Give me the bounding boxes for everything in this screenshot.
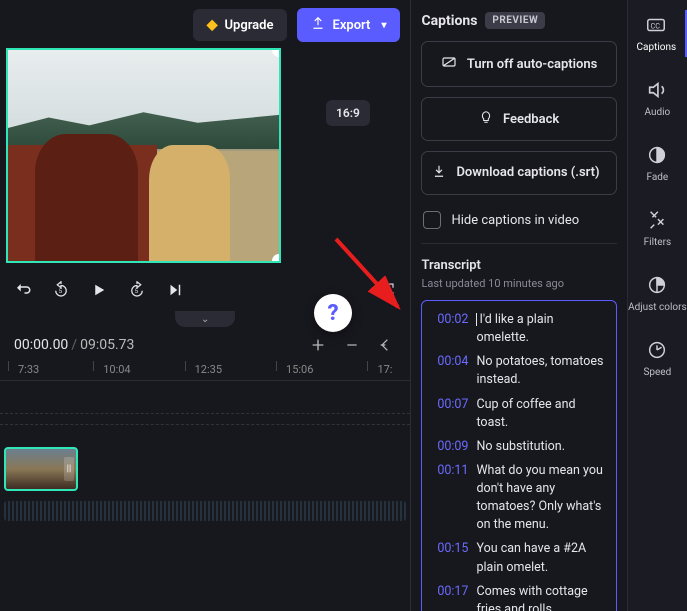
filters-icon	[646, 209, 668, 231]
transcript-timestamp[interactable]: 00:15	[430, 540, 468, 576]
transcript-text[interactable]: No potatoes, tomatoes instead.	[476, 353, 607, 389]
undo-button[interactable]	[10, 277, 36, 303]
download-icon	[432, 164, 446, 182]
transcript-timestamp[interactable]: 00:17	[430, 583, 468, 611]
transcript-timestamp[interactable]: 00:09	[430, 438, 468, 456]
export-label: Export	[332, 18, 370, 33]
play-button[interactable]	[86, 277, 112, 303]
video-preview[interactable]	[6, 48, 281, 263]
aspect-ratio-badge[interactable]: 16:9	[326, 100, 370, 126]
rail-speed[interactable]: Speed	[628, 335, 687, 382]
rail-label: Speed	[643, 367, 671, 378]
rail-fade[interactable]: Fade	[628, 140, 687, 187]
transcript-line[interactable]: 00:15You can have a #2A plain omelet.	[430, 540, 607, 576]
rail-label: Fade	[646, 172, 668, 183]
transcript-timestamp[interactable]: 00:02	[430, 311, 468, 347]
svg-text:5: 5	[59, 288, 63, 295]
right-toolbar: CC Captions Audio Fade Filters Adjust colors S…	[627, 0, 687, 611]
time-ruler[interactable]: 7:3310:0412:3515:0617:	[0, 355, 410, 381]
captions-panel: Captions PREVIEW Turn off auto-captions …	[410, 0, 626, 611]
checkbox-icon	[423, 211, 441, 229]
svg-text:CC: CC	[651, 22, 661, 31]
transcript-text[interactable]: You can have a #2A plain omelet.	[476, 540, 607, 576]
timeline[interactable]: ||	[0, 381, 410, 521]
video-clip[interactable]: ||	[4, 447, 78, 491]
upgrade-button[interactable]: ◆ Upgrade	[193, 9, 288, 41]
download-captions-button[interactable]: Download captions (.srt)	[421, 151, 616, 195]
rail-captions[interactable]: CC Captions	[628, 10, 687, 57]
export-button[interactable]: Export ▾	[297, 8, 400, 42]
preview-badge: PREVIEW	[485, 12, 545, 29]
collapse-handle[interactable]: ⌄	[175, 311, 235, 327]
zoom-out-button[interactable]	[342, 335, 362, 355]
upgrade-label: Upgrade	[224, 18, 273, 33]
skip-back-5-button[interactable]: 5	[48, 277, 74, 303]
fade-icon	[646, 144, 668, 166]
fullscreen-button[interactable]	[374, 277, 400, 303]
rail-filters[interactable]: Filters	[628, 205, 687, 252]
lightbulb-icon	[479, 110, 493, 128]
resize-handle[interactable]	[272, 254, 281, 263]
time-display: 00:00.00/09:05.73	[14, 337, 134, 353]
skip-fwd-5-button[interactable]: 5	[124, 277, 150, 303]
transcript-updated: Last updated 10 minutes ago	[421, 277, 616, 290]
panel-title: Captions	[421, 13, 477, 29]
adjust-icon	[646, 274, 668, 296]
captions-icon: CC	[645, 14, 667, 36]
empty-track[interactable]	[0, 413, 410, 425]
transcript-line[interactable]: 00:11What do you mean you don't have any…	[430, 462, 607, 535]
transcript-line[interactable]: 00:17 Comes with cottage fries and rolls.	[430, 583, 607, 611]
transcript-text[interactable]: No substitution.	[476, 438, 607, 456]
rail-label: Captions	[637, 42, 677, 53]
hide-captions-toggle[interactable]: Hide captions in video	[421, 205, 616, 244]
svg-text:5: 5	[135, 288, 139, 295]
transcript-timestamp[interactable]: 00:04	[430, 353, 468, 389]
audio-waveform[interactable]	[4, 501, 406, 521]
transcript-title: Transcript	[421, 258, 616, 273]
transcript-text[interactable]: Comes with cottage fries and rolls.	[476, 583, 607, 611]
speed-icon	[646, 339, 668, 361]
rail-label: Audio	[644, 107, 670, 118]
audio-icon	[646, 79, 668, 101]
upload-icon	[311, 16, 325, 34]
transcript-timestamp[interactable]: 00:11	[430, 462, 468, 535]
transcript-text[interactable]: Cup of coffee and toast.	[476, 396, 607, 432]
rail-adjust[interactable]: Adjust colors	[628, 270, 687, 317]
transcript-box[interactable]: 00:02I'd like a plain omelette.00:04No p…	[421, 300, 616, 611]
clip-trim-handle[interactable]: ||	[64, 457, 74, 481]
fit-button[interactable]	[376, 335, 396, 355]
transcript-text[interactable]: What do you mean you don't have any toma…	[476, 462, 607, 535]
rail-label: Adjust colors	[628, 302, 687, 313]
transcript-line[interactable]: 00:07Cup of coffee and toast.	[430, 396, 607, 432]
cc-off-icon	[441, 54, 457, 74]
turn-off-auto-captions-button[interactable]: Turn off auto-captions	[421, 41, 616, 87]
transcript-line[interactable]: 00:04No potatoes, tomatoes instead.	[430, 353, 607, 389]
transcript-timestamp[interactable]: 00:07	[430, 396, 468, 432]
transcript-text[interactable]: I'd like a plain omelette.	[476, 311, 607, 347]
transcript-line[interactable]: 00:02I'd like a plain omelette.	[430, 311, 607, 347]
add-button[interactable]	[308, 335, 328, 355]
transcript-line[interactable]: 00:09 No substitution.	[430, 438, 607, 456]
rail-audio[interactable]: Audio	[628, 75, 687, 122]
rail-label: Filters	[644, 237, 672, 248]
feedback-button[interactable]: Feedback	[421, 97, 616, 141]
chevron-down-icon: ▾	[381, 20, 386, 31]
next-button[interactable]	[162, 277, 188, 303]
help-button[interactable]: ?	[314, 294, 352, 332]
diamond-icon: ◆	[207, 17, 218, 33]
